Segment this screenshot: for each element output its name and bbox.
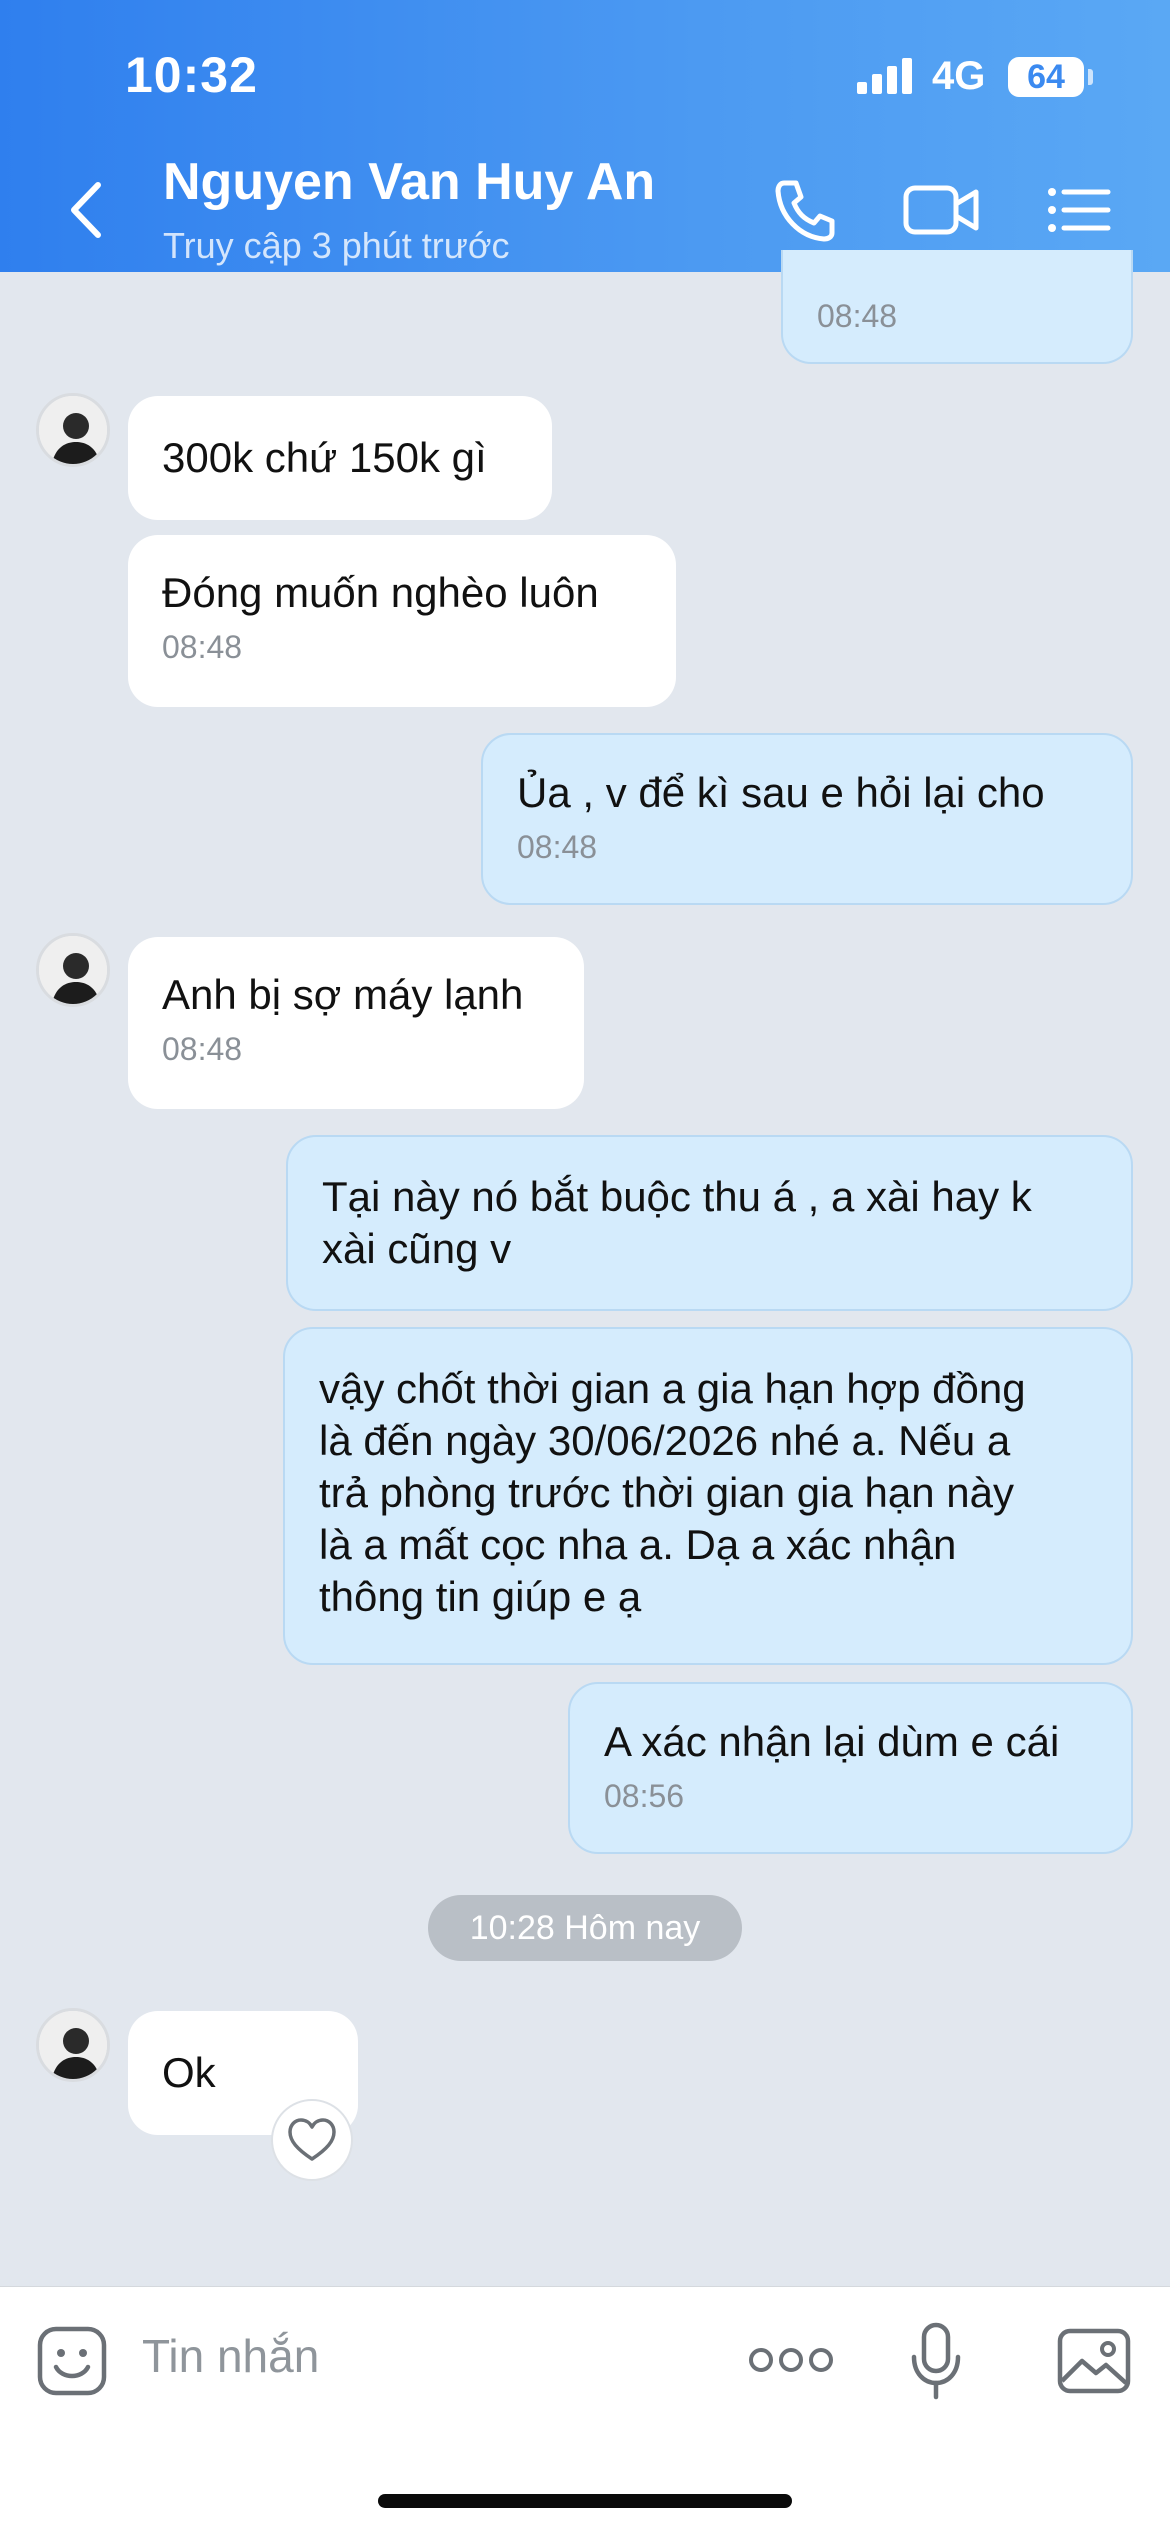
image-icon[interactable]	[1056, 2327, 1132, 2395]
message-input[interactable]: Tin nhắn	[142, 2329, 319, 2383]
menu-list-icon[interactable]	[1046, 175, 1112, 245]
network-type: 4G	[932, 54, 986, 98]
message-time: 08:48	[517, 829, 598, 865]
message-bubble-outgoing[interactable]: A xác nhận lại dùm e cái 08:56	[568, 1682, 1133, 1854]
contact-name[interactable]: Nguyen Van Huy An	[163, 152, 655, 212]
message-bubble-incoming[interactable]: 300k chứ 150k gì	[128, 396, 552, 520]
contact-status: Truy cập 3 phút trước	[163, 225, 510, 266]
message-bubble-incoming[interactable]: Đóng muốn nghèo luôn 08:48	[128, 535, 676, 707]
back-icon[interactable]	[62, 175, 112, 245]
message-text-line: là đến ngày 30/06/2026 nhé a. Nếu a	[319, 1417, 1011, 1464]
chat-header: 10:32 4G 64 Nguyen Van Huy An Truy cập 3…	[0, 0, 1170, 272]
home-indicator[interactable]	[378, 2494, 792, 2508]
message-bubble-incoming[interactable]: Anh bị sợ máy lạnh 08:48	[128, 937, 584, 1109]
message-bubble-outgoing[interactable]: vậy chốt thời gian a gia hạn hợp đồng là…	[283, 1327, 1133, 1665]
heart-reaction-icon[interactable]	[271, 2099, 353, 2181]
avatar[interactable]	[36, 933, 110, 1007]
battery-tip	[1088, 69, 1093, 85]
avatar[interactable]	[36, 393, 110, 467]
message-text-line: thông tin giúp e ạ	[319, 1573, 642, 1620]
message-text-line: vậy chốt thời gian a gia hạn hợp đồng	[319, 1365, 1026, 1412]
message-time: 08:56	[604, 1778, 685, 1814]
video-icon[interactable]	[902, 175, 982, 245]
avatar[interactable]	[36, 2008, 110, 2082]
battery-icon: 64	[1008, 57, 1084, 97]
message-text-line: trả phòng trước thời gian gia hạn này	[319, 1469, 1014, 1516]
message-bubble-outgoing[interactable]: 08:48	[781, 250, 1133, 364]
message-bubble-outgoing[interactable]: Tại này nó bắt buộc thu á , a xài hay k …	[286, 1135, 1133, 1311]
message-text: Ủa , v để kì sau e hỏi lại cho	[517, 769, 1045, 816]
sticker-icon[interactable]	[36, 2325, 108, 2397]
message-text: A xác nhận lại dùm e cái	[604, 1718, 1060, 1765]
signal-icon	[857, 58, 915, 94]
message-text: Đóng muốn nghèo luôn	[162, 569, 599, 616]
message-text-line: là a mất cọc nha a. Dạ a xác nhận	[319, 1521, 957, 1568]
message-time: 08:48	[162, 1031, 243, 1067]
message-input-bar: Tin nhắn	[0, 2286, 1170, 2532]
phone-icon[interactable]	[770, 175, 840, 245]
message-text: Anh bị sợ máy lạnh	[162, 971, 524, 1018]
date-divider: 10:28 Hôm nay	[428, 1895, 742, 1961]
message-text-line: Tại này nó bắt buộc thu á , a xài hay k	[322, 1173, 1032, 1220]
message-text: Ok	[162, 2049, 216, 2096]
more-icon[interactable]	[748, 2345, 834, 2375]
message-text: 300k chứ 150k gì	[162, 434, 487, 481]
message-time: 08:48	[817, 298, 898, 334]
message-text-line: xài cũng v	[322, 1225, 512, 1272]
message-time: 08:48	[162, 629, 243, 665]
message-bubble-outgoing[interactable]: Ủa , v để kì sau e hỏi lại cho 08:48	[481, 733, 1133, 905]
microphone-icon[interactable]	[908, 2321, 964, 2403]
status-time: 10:32	[125, 47, 258, 103]
